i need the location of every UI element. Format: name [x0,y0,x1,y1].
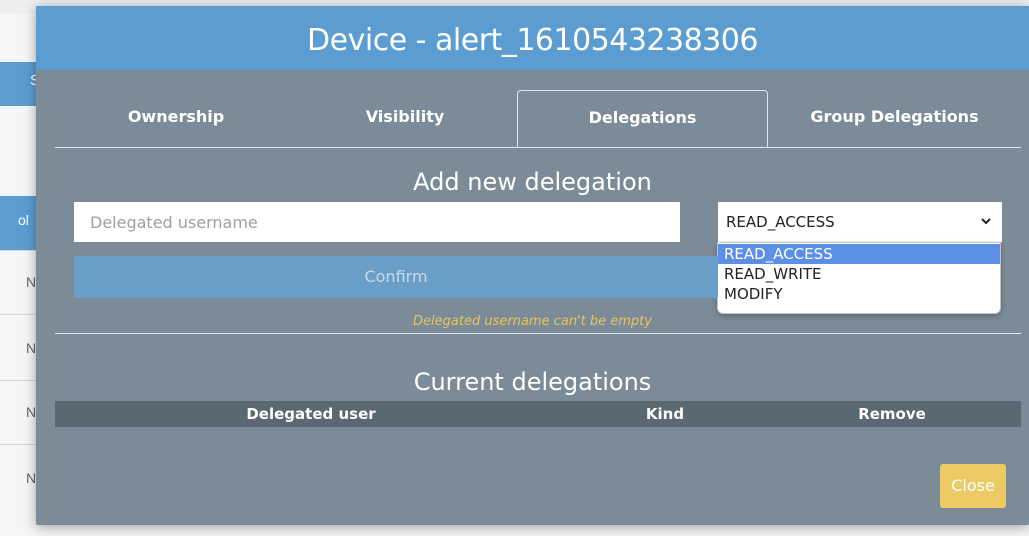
background-column-fragment: ol [0,196,36,250]
dropdown-option-read-access[interactable]: READ_ACCESS [718,244,1000,264]
delegated-username-input[interactable] [74,202,680,242]
tab-group-delegations[interactable]: Group Delegations [768,90,1021,147]
current-delegations-title: Current delegations [413,368,652,396]
background-header-fragment: S [0,62,40,106]
delegation-kind-dropdown: READ_ACCESS READ_WRITE MODIFY [717,242,1001,314]
background-row-divider [0,444,36,445]
tab-label: Group Delegations [810,107,979,126]
background-row-divider [0,250,36,251]
dropdown-option-modify[interactable]: MODIFY [718,284,1000,304]
tab-ownership[interactable]: Ownership [55,90,297,147]
background-row-divider [0,314,36,315]
add-delegation-title: Add new delegation [413,168,652,196]
validation-error: Delegated username can't be empty [413,314,652,329]
column-header-delegated-user[interactable]: Delegated user [55,401,567,427]
background-row-divider [0,380,36,381]
modal-header: Device - alert_1610543238306 [36,6,1029,70]
dropdown-option-read-write[interactable]: READ_WRITE [718,264,1000,284]
close-button[interactable]: Close [940,464,1006,508]
tab-delegations[interactable]: Delegations [517,90,768,148]
tab-visibility[interactable]: Visibility [297,90,513,147]
delegation-kind-value: READ_ACCESS [726,213,835,231]
confirm-button[interactable]: Confirm [74,256,718,298]
tab-label: Delegations [588,108,697,127]
column-header-kind[interactable]: Kind [567,401,763,427]
device-modal: Device - alert_1610543238306 Ownership V… [36,6,1029,525]
tab-label: Visibility [365,107,445,126]
modal-title: Device - alert_1610543238306 [307,23,758,58]
column-header-remove[interactable]: Remove [763,401,1021,427]
delegation-kind-select[interactable]: READ_ACCESS [718,202,1002,242]
tab-label: Ownership [127,107,225,126]
delegations-table-header: Delegated user Kind Remove [55,401,1021,427]
section-divider [55,333,1021,334]
background-column-text: ol [18,212,29,228]
tab-bar: Ownership Visibility Delegations Group D… [55,90,1021,148]
